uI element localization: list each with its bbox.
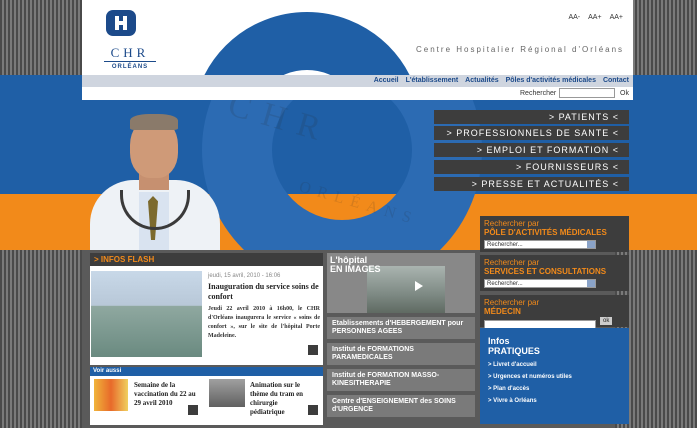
btn-hebergement[interactable]: Etablissements d'HEBERGEMENT pour PERSON…: [327, 317, 475, 339]
infos-title: Infos: [488, 336, 510, 346]
services-title: SERVICES ET CONSULTATIONS: [484, 267, 607, 276]
services-label: Rechercher par: [484, 258, 540, 267]
flash-article: jeudi, 15 avril, 2010 - 16:06 Inaugurati…: [208, 273, 320, 341]
header-logo-curve: [192, 12, 422, 75]
nav-actualites[interactable]: Actualités: [465, 77, 498, 84]
search-services-panel: Rechercher par SERVICES ET CONSULTATIONS…: [480, 255, 629, 291]
play-icon[interactable]: [415, 281, 423, 291]
top-navigation: Accueil L'établissement Actualités Pôles…: [82, 75, 633, 87]
pole-title: PÔLE D'ACTIVITÉS MÉDICALES: [484, 228, 607, 237]
infos-link-vivre[interactable]: > Vivre à Orléans: [488, 398, 621, 404]
vaccination-thumbnail[interactable]: [94, 379, 128, 411]
flash-headline[interactable]: Inauguration du service soins de confort: [208, 282, 320, 302]
font-size-controls: AA- AA+ AA+: [560, 14, 623, 21]
chr-logo[interactable]: CHR ORLÉANS: [104, 8, 156, 70]
voir-title: Voir aussi: [90, 367, 323, 376]
center-column: L'hôpital EN IMAGES Etablissements d'HEBE…: [327, 253, 475, 417]
search-bar: Rechercher Ok: [82, 87, 633, 100]
medecin-label: Rechercher par: [484, 298, 540, 307]
flash-title: > INFOS FLASH: [90, 253, 323, 266]
btn-masso-kinesitherapie[interactable]: Institut de FORMATION MASSO-KINESITHERAP…: [327, 369, 475, 391]
nav-contact[interactable]: Contact: [603, 77, 629, 84]
flash-body: Jeudi 22 avril 2010 à 16h00, le CHR d'Or…: [208, 306, 320, 339]
infos-subtitle: PRATIQUES: [488, 346, 540, 356]
logo-chr-text: CHR: [104, 45, 156, 62]
flash-more-arrow-icon[interactable]: [308, 345, 318, 355]
medecin-ok-button[interactable]: ok: [600, 317, 613, 325]
logo-orleans-text: ORLÉANS: [111, 64, 149, 70]
voir-item1-arrow-icon[interactable]: [188, 405, 198, 415]
menu-professionnels[interactable]: > PROFESSIONNELS DE SANTE <: [434, 126, 629, 140]
infos-pratiques-panel: Infos PRATIQUES > Livret d'accueil > Urg…: [480, 328, 629, 424]
btn-formations-paramedicales[interactable]: Institut de FORMATIONS PARAMEDICALES: [327, 343, 475, 365]
medecin-title: MÉDECIN: [484, 307, 521, 316]
site-tagline: Centre Hospitalier Régional d'Orléans: [416, 45, 625, 54]
infos-link-livret[interactable]: > Livret d'accueil: [488, 362, 621, 368]
search-pole-panel: Rechercher par PÔLE D'ACTIVITÉS MÉDICALE…: [480, 216, 629, 252]
btn-soins-urgence[interactable]: Centre d'ENSEIGNEMENT des SOINS d'URGENC…: [327, 395, 475, 417]
chr-logo-icon: [106, 10, 136, 36]
hopital-images-block[interactable]: L'hôpital EN IMAGES: [327, 253, 475, 313]
infos-flash-panel: > INFOS FLASH jeudi, 15 avril, 2010 - 16…: [90, 253, 323, 365]
nav-accueil[interactable]: Accueil: [374, 77, 399, 84]
search-ok-button[interactable]: Ok: [620, 90, 629, 97]
menu-fournisseurs[interactable]: > FOURNISSEURS <: [434, 160, 629, 174]
hopital-title-2: EN IMAGES: [330, 264, 381, 274]
flash-date: jeudi, 15 avril, 2010 - 16:06: [208, 273, 281, 279]
menu-presse[interactable]: > PRESSE ET ACTUALITÉS <: [434, 177, 629, 191]
font-size-default[interactable]: AA+: [588, 14, 601, 21]
search-input[interactable]: [559, 88, 615, 98]
nav-poles[interactable]: Pôles d'activités médicales: [506, 77, 596, 84]
nav-etablissement[interactable]: L'établissement: [406, 77, 459, 84]
menu-patients[interactable]: > PATIENTS <: [434, 110, 629, 124]
voir-item2-arrow-icon[interactable]: [308, 405, 318, 415]
font-size-decrease[interactable]: AA-: [568, 14, 580, 21]
menu-emploi[interactable]: > EMPLOI ET FORMATION <: [434, 143, 629, 157]
voir-item-tram[interactable]: Animation sur le thème du tram en chirur…: [250, 381, 310, 417]
voir-aussi-panel: Voir aussi Semaine de la vaccination du …: [90, 367, 323, 425]
header: CHR ORLÉANS Centre Hospitalier Régional …: [82, 0, 633, 75]
infos-link-plan[interactable]: > Plan d'accès: [488, 386, 621, 392]
page: CHR ORLÉANS Centre Hospitalier Régional …: [82, 0, 633, 428]
infos-link-urgences[interactable]: > Urgences et numéros utiles: [488, 374, 621, 380]
flash-photo[interactable]: [91, 271, 202, 357]
tram-thumbnail[interactable]: [209, 379, 245, 407]
pole-label: Rechercher par: [484, 219, 540, 228]
doctor-photo: [90, 114, 220, 250]
font-size-increase[interactable]: AA+: [610, 14, 623, 21]
search-label: Rechercher: [520, 90, 557, 97]
pole-select[interactable]: Rechercher...: [484, 240, 596, 249]
voir-item-vaccination[interactable]: Semaine de la vaccination du 22 au 29 av…: [134, 381, 204, 408]
services-select[interactable]: Rechercher...: [484, 279, 596, 288]
search-medecin-panel: Rechercher par MÉDECIN ok: [480, 295, 629, 329]
